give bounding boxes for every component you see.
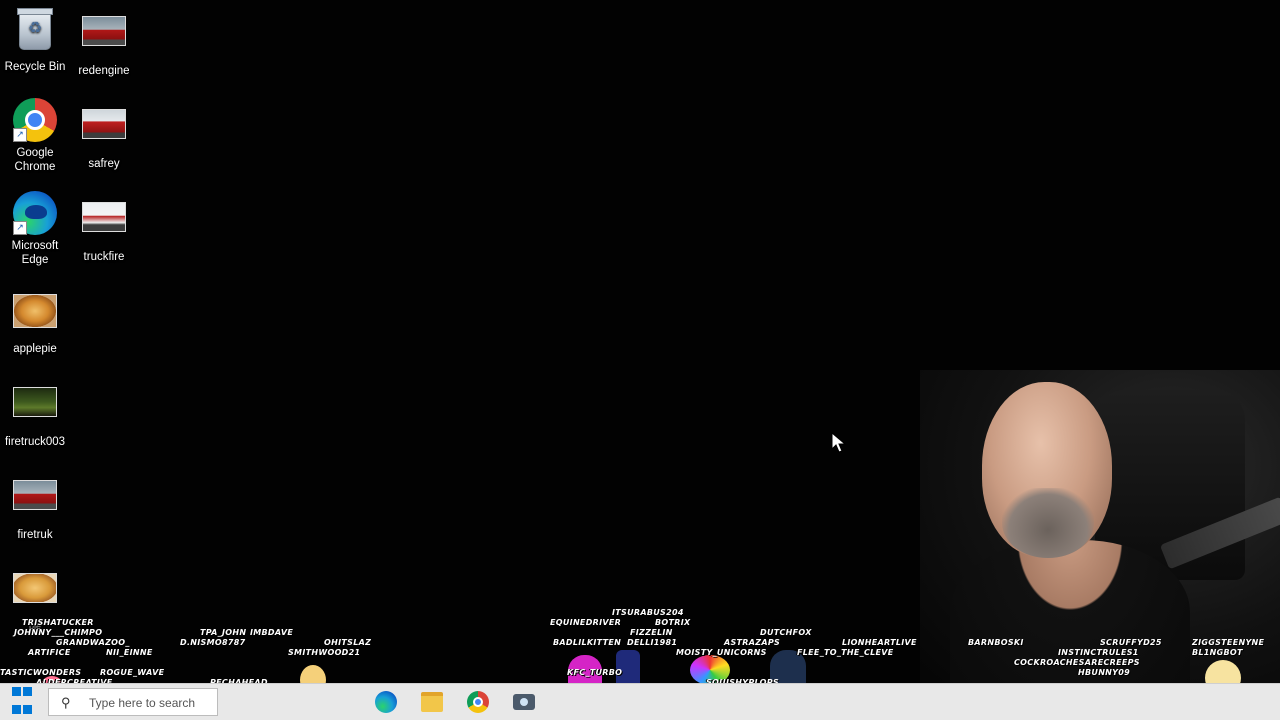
streamer-beard: [1002, 488, 1094, 558]
start-button[interactable]: [10, 687, 34, 714]
chat-username: FLEE_TO_THE_CLEVE: [797, 648, 894, 657]
chat-username: COCKROACHESARECREEPS: [1014, 658, 1140, 667]
chat-username: ROGUE_WAVE: [100, 668, 165, 677]
chat-username: DUTCHFOX: [760, 628, 812, 637]
chat-username: SMITHWOOD21: [288, 648, 361, 657]
shortcut-arrow-icon: ↗: [13, 128, 27, 142]
taskbar-search-box[interactable]: ⚲ Type here to search: [48, 688, 218, 716]
chrome-icon: [467, 691, 489, 713]
chat-username: D.NISMO8787: [180, 638, 246, 647]
image-file-icon: [82, 109, 126, 139]
taskbar: ⚲ Type here to search: [0, 683, 1280, 720]
chat-username: HBUNNY09: [1078, 668, 1131, 677]
taskbar-camera-button[interactable]: [512, 690, 536, 714]
image-file-icon: [82, 202, 126, 232]
chat-username: TASTICWONDERS: [0, 668, 82, 677]
desktop-icon-label: Recycle Bin: [4, 61, 66, 73]
desktop-icon-recycle-bin[interactable]: Recycle Bin: [0, 8, 70, 74]
mouse-cursor-icon: [831, 432, 847, 453]
desktop-icon-label: redengine: [78, 65, 130, 77]
desktop-icon-truckfire[interactable]: truckfire: [69, 194, 139, 264]
chat-username: SCRUFFYD25: [1100, 638, 1162, 647]
search-icon: ⚲: [61, 695, 71, 710]
desktop-icon-applepie[interactable]: applepie: [0, 286, 70, 356]
taskbar-chrome-button[interactable]: [466, 690, 490, 714]
chat-username: MOISTY_UNICORNS: [676, 648, 767, 657]
desktop-icon-firetruck003[interactable]: firetruck003: [0, 379, 70, 449]
chat-username: DELLI1981: [627, 638, 678, 647]
chat-username: EQUINEDRIVER: [550, 618, 622, 627]
windows-logo-icon: [11, 684, 33, 720]
taskbar-file-explorer-button[interactable]: [420, 690, 444, 714]
chat-username: INSTINCTRULES1: [1058, 648, 1139, 657]
edge-icon: [375, 691, 397, 713]
chat-username: JOHNNY___CHIMPO: [14, 628, 103, 637]
chat-username: BOTRIX: [655, 618, 691, 627]
chat-username: GRANDWAZOO_: [56, 638, 130, 647]
chat-username: BADLILKITTEN: [553, 638, 622, 647]
chat-username: FIZZELIN: [630, 628, 673, 637]
recycle-bin-icon: [17, 8, 53, 50]
taskbar-edge-button[interactable]: [374, 690, 398, 714]
desktop-icon-label: firetruk: [17, 529, 53, 541]
chat-username: BL1NGBOT: [1192, 648, 1243, 657]
chat-username: KFC_TURBO: [567, 668, 623, 677]
desktop-icon-safrey[interactable]: safrey: [69, 101, 139, 171]
image-file-icon: [13, 573, 57, 603]
chat-username: ARTIFICE: [28, 648, 71, 657]
image-file-icon: [13, 387, 57, 417]
desktop-icon-redengine[interactable]: redengine: [69, 8, 139, 78]
desktop-icon-label: safrey: [88, 158, 120, 170]
shortcut-arrow-icon: ↗: [13, 221, 27, 235]
desktop-icon-label: firetruck003: [4, 436, 66, 448]
chat-username: ASTRAZAPS: [724, 638, 781, 647]
chat-username: BARNBOSKI: [968, 638, 1024, 647]
image-file-icon: [82, 16, 126, 46]
chat-username: ZIGGSTEENYNE: [1192, 638, 1265, 647]
desktop-icon-label: Google Chrome: [14, 147, 56, 173]
image-file-icon: [13, 294, 57, 328]
search-placeholder: Type here to search: [89, 696, 196, 710]
chat-username: TRISHATUCKER: [22, 618, 94, 627]
camera-icon: [513, 694, 535, 710]
chat-username: NII_EINNE: [106, 648, 153, 657]
desktop-icon-microsoft-edge[interactable]: ↗ Microsoft Edge: [0, 191, 70, 267]
desktop-icon-label: applepie: [13, 343, 57, 355]
desktop-icon-firetruk[interactable]: firetruk: [0, 472, 70, 542]
desktop-icon-label: truckfire: [83, 251, 125, 263]
chat-username: OHITSLAZ: [324, 638, 372, 647]
desktop-icon-google-chrome[interactable]: ↗ Google Chrome: [0, 98, 70, 174]
chat-username: IMBDAVE: [250, 628, 294, 637]
image-file-icon: [13, 480, 57, 510]
chat-username: TPA_JOHN: [200, 628, 247, 637]
desktop-icon-label: Microsoft Edge: [11, 240, 59, 266]
chat-username: LIONHEARTLIVE: [842, 638, 917, 647]
desktop: Recycle Bin redengine ↗ Google Chrome sa…: [0, 0, 1280, 720]
file-explorer-icon: [421, 692, 443, 712]
chat-username: ITSURABUS204: [612, 608, 684, 617]
